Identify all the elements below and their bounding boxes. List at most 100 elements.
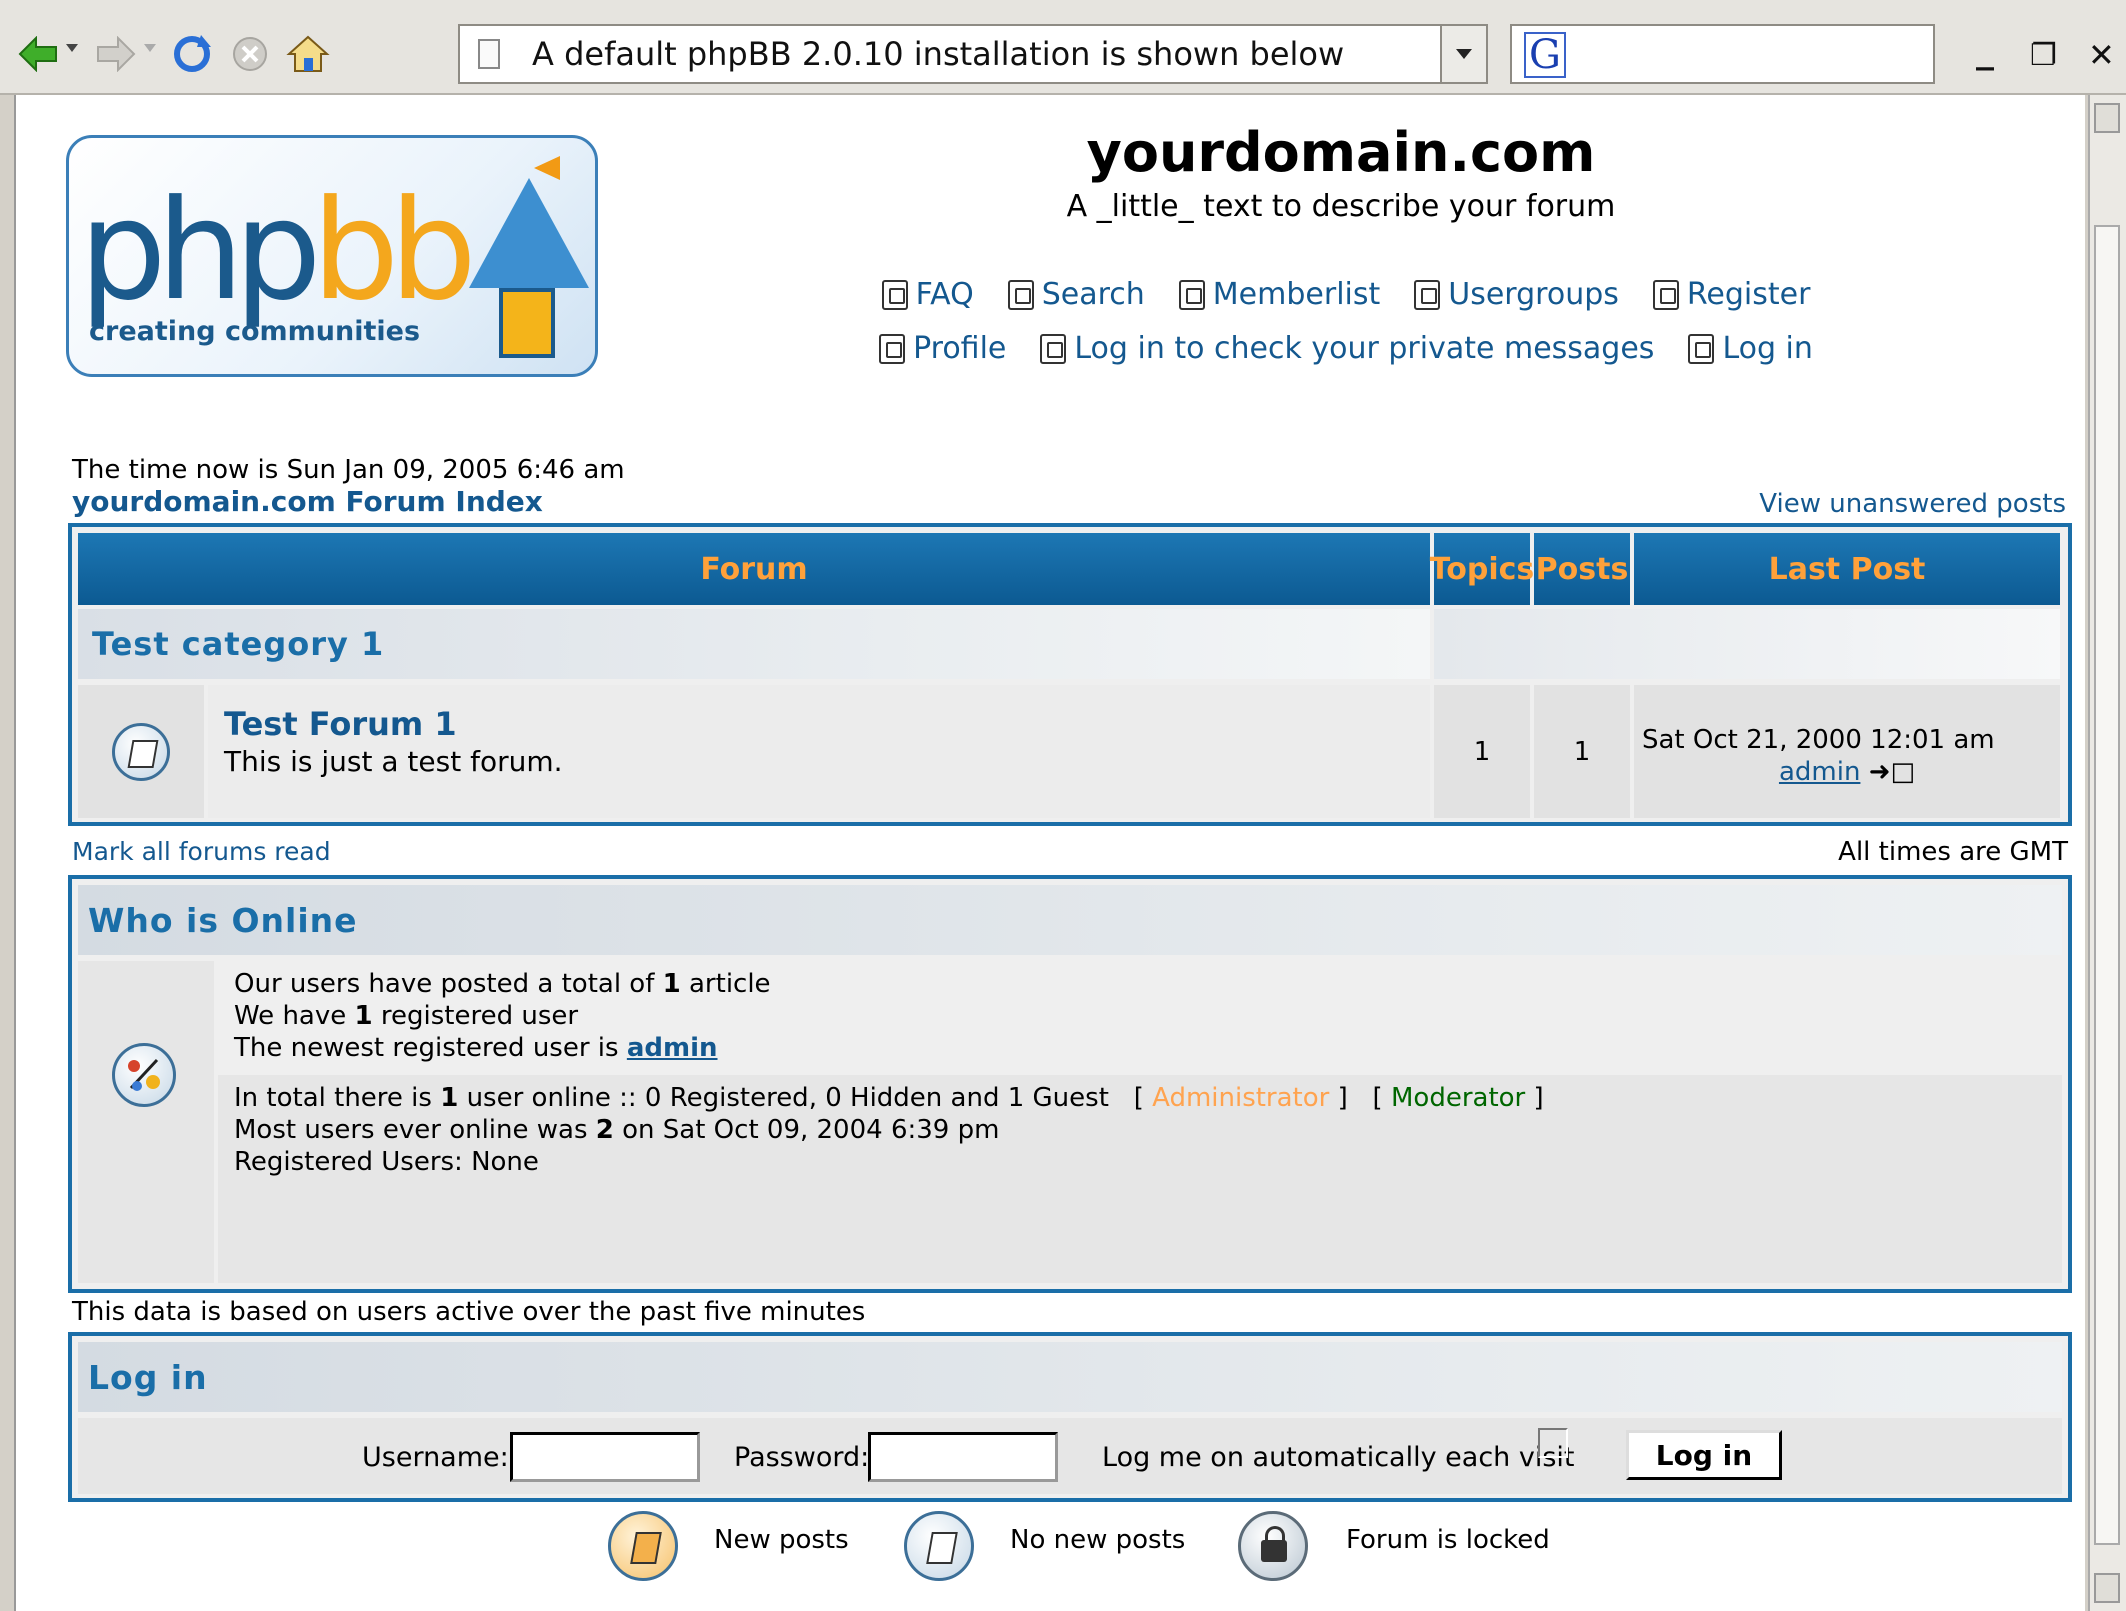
forum-description: This is just a test forum.	[224, 745, 563, 778]
no-new-posts-legend-icon	[904, 1511, 974, 1581]
auto-login-label: Log me on automatically each visit	[1102, 1442, 1575, 1473]
who-is-online-panel: Who is Online Our users have posted a to…	[68, 875, 2072, 1293]
nav-faq[interactable]: FAQ	[881, 277, 974, 312]
scroll-up-icon[interactable]	[2094, 103, 2120, 133]
new-posts-icon	[608, 1511, 678, 1581]
nav-memberlist-label: Memberlist	[1212, 277, 1381, 312]
google-search-field[interactable]: G	[1510, 24, 1935, 84]
header-last-post: Last Post	[1634, 533, 2060, 605]
auto-login-checkbox[interactable]	[1538, 1428, 1568, 1458]
administrator-legend: Administrator	[1152, 1083, 1330, 1113]
search-icon	[1007, 279, 1034, 310]
nav-profile[interactable]: Profile	[879, 331, 1006, 366]
logo-tagline: creating communities	[89, 316, 421, 347]
vertical-scrollbar[interactable]	[2088, 95, 2126, 1611]
address-text: A default phpBB 2.0.10 installation is s…	[532, 35, 1345, 73]
forum-status-cell	[78, 685, 204, 818]
moderator-legend: Moderator	[1390, 1083, 1526, 1113]
register-icon	[1652, 279, 1679, 310]
minimize-icon[interactable]: _	[1976, 30, 1994, 71]
header-topics: Topics	[1430, 533, 1534, 605]
address-dropdown-icon[interactable]	[1440, 26, 1486, 82]
forum-index-link[interactable]: yourdomain.com Forum Index	[72, 485, 543, 518]
nav-private-messages-label: Log in to check your private messages	[1074, 331, 1655, 366]
forum-name-link[interactable]: Test Forum 1	[224, 705, 457, 743]
nav-usergroups-label: Usergroups	[1448, 277, 1619, 312]
posts-cell: 1	[1534, 685, 1630, 818]
who-is-online-title[interactable]: Who is Online	[88, 901, 358, 940]
category-row-filler	[1434, 609, 2060, 679]
forum-table: Forum Topics Posts Last Post Test catego…	[68, 523, 2072, 826]
nav-login[interactable]: Log in	[1688, 331, 1813, 366]
usergroups-icon	[1414, 279, 1441, 310]
timezone-note: All times are GMT	[1838, 837, 2068, 867]
page-content: phpbb creating communities yourdomain.co…	[14, 95, 2085, 1611]
nav-register[interactable]: Register	[1652, 277, 1811, 312]
logo-wordmark: phpbb	[79, 170, 477, 331]
password-input[interactable]	[868, 1432, 1058, 1482]
profile-icon	[879, 333, 906, 364]
scrollbar-thumb[interactable]	[2094, 225, 2120, 1545]
reload-icon[interactable]	[170, 26, 214, 82]
home-icon[interactable]	[284, 26, 332, 82]
nav-register-label: Register	[1686, 277, 1811, 312]
current-time: The time now is Sun Jan 09, 2005 6:46 am	[72, 455, 625, 485]
address-bar[interactable]: A default phpBB 2.0.10 installation is s…	[458, 24, 1488, 84]
nav-memberlist[interactable]: Memberlist	[1178, 277, 1381, 312]
online-stats-row: Our users have posted a total of 1 artic…	[218, 961, 2062, 1071]
topics-count: 1	[1473, 736, 1491, 767]
logo-gem-base	[499, 288, 555, 358]
nav-private-messages[interactable]: Log in to check your private messages	[1040, 331, 1654, 366]
login-button[interactable]: Log in	[1626, 1430, 1782, 1480]
registered-users-text: We have 1 registered user	[234, 1001, 579, 1031]
restore-icon[interactable]: ❐	[2030, 38, 2057, 73]
scroll-down-icon[interactable]	[2094, 1573, 2120, 1603]
phpbb-logo[interactable]: phpbb creating communities	[66, 135, 598, 377]
data-note: This data is based on users active over …	[72, 1297, 866, 1327]
forward-dropdown-icon[interactable]	[144, 44, 156, 52]
online-icon-cell	[78, 961, 214, 1283]
password-label: Password:	[734, 1442, 870, 1473]
login-title[interactable]: Log in	[88, 1358, 208, 1397]
faq-icon	[881, 279, 908, 310]
stop-icon[interactable]	[228, 26, 272, 82]
header-posts: Posts	[1534, 533, 1630, 605]
nav-faq-label: FAQ	[915, 277, 974, 312]
nav-usergroups[interactable]: Usergroups	[1414, 277, 1619, 312]
google-icon[interactable]: G	[1524, 32, 1566, 78]
nav-search[interactable]: Search	[1007, 277, 1145, 312]
posts-count: 1	[1573, 736, 1591, 767]
topics-cell: 1	[1434, 685, 1530, 818]
registered-users-online-text: Registered Users: None	[234, 1147, 539, 1177]
nav-row-2: Profile Log in to check your private mes…	[636, 331, 2056, 366]
who-is-online-icon	[112, 1043, 176, 1107]
newest-user-link[interactable]: admin	[627, 1033, 718, 1063]
back-arrow-icon[interactable]	[18, 26, 58, 82]
online-users-row: In total there is 1 user online :: 0 Reg…	[218, 1075, 2062, 1283]
category-row[interactable]: Test category 1	[78, 609, 1430, 679]
logo-gem-icon	[469, 178, 589, 288]
view-latest-post-icon[interactable]: ➜□	[1869, 757, 1915, 787]
browser-toolbar: A default phpBB 2.0.10 installation is s…	[0, 0, 2126, 95]
last-post-user-link[interactable]: admin	[1779, 757, 1860, 787]
nav-login-label: Log in	[1722, 331, 1813, 366]
mark-forums-read-link[interactable]: Mark all forums read	[72, 837, 331, 866]
users-online-text: In total there is 1 user online :: 0 Reg…	[234, 1083, 1544, 1113]
close-icon[interactable]: ✕	[2088, 36, 2115, 74]
login-form: Username: Password: Log me on automatica…	[78, 1418, 2062, 1494]
view-unanswered-link[interactable]: View unanswered posts	[1716, 489, 2066, 519]
memberlist-icon	[1178, 279, 1205, 310]
forum-locked-label: Forum is locked	[1346, 1525, 1550, 1555]
back-dropdown-icon[interactable]	[66, 44, 78, 52]
last-post-date: Sat Oct 21, 2000 12:01 am	[1642, 725, 1995, 755]
username-input[interactable]	[510, 1432, 700, 1482]
category-title[interactable]: Test category 1	[92, 625, 384, 663]
total-articles-text: Our users have posted a total of 1 artic…	[234, 969, 771, 999]
last-post-cell: Sat Oct 21, 2000 12:01 am admin ➜□	[1634, 685, 2060, 818]
no-new-posts-icon	[112, 723, 170, 781]
private-messages-icon	[1040, 333, 1067, 364]
site-title: yourdomain.com	[1086, 121, 1596, 184]
who-is-online-header: Who is Online	[78, 885, 2062, 955]
forward-arrow-icon[interactable]	[96, 26, 136, 82]
username-label: Username:	[362, 1442, 509, 1473]
